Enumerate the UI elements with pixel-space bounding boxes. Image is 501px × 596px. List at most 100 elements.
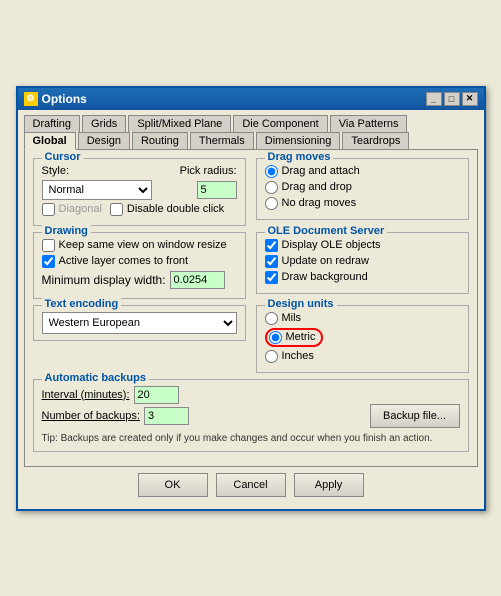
- tab-dimensioning[interactable]: Dimensioning: [256, 132, 341, 150]
- interval-input[interactable]: [134, 386, 179, 404]
- interval-label: Interval (minutes):: [42, 389, 130, 401]
- drag-drop-radio[interactable]: [265, 181, 278, 194]
- cursor-section: Cursor Style: Pick radius: Normal: [33, 158, 246, 226]
- style-select[interactable]: Normal: [42, 180, 152, 200]
- tab-global[interactable]: Global: [24, 132, 76, 150]
- top-sections: Cursor Style: Pick radius: Normal: [33, 158, 469, 232]
- metric-label: Metric: [286, 331, 316, 343]
- tab-via-patterns[interactable]: Via Patterns: [330, 115, 408, 132]
- mils-radio[interactable]: [265, 312, 278, 325]
- design-units-section: Design units Mils Metric: [256, 305, 469, 373]
- style-label: Style:: [42, 165, 70, 177]
- tab-panel: Cursor Style: Pick radius: Normal: [24, 149, 478, 467]
- keep-view-checkbox[interactable]: [42, 239, 55, 252]
- mils-row: Mils: [265, 312, 460, 325]
- cancel-button[interactable]: Cancel: [216, 473, 286, 497]
- update-redraw-label: Update on redraw: [282, 255, 369, 267]
- lower-sections: Text encoding Western European Design un…: [33, 305, 469, 379]
- inches-label: Inches: [282, 350, 314, 362]
- metric-radio[interactable]: [269, 331, 282, 344]
- display-ole-label: Display OLE objects: [282, 239, 381, 251]
- design-units-label: Design units: [265, 298, 337, 310]
- drag-attach-label: Drag and attach: [282, 165, 360, 177]
- text-encoding-col: Text encoding Western European: [33, 305, 246, 379]
- title-bar-left: ⚙ Options: [24, 92, 87, 106]
- tab-teardrops[interactable]: Teardrops: [342, 132, 409, 150]
- backup-file-button[interactable]: Backup file...: [370, 404, 460, 428]
- middle-sections: Drawing Keep same view on window resize …: [33, 232, 469, 305]
- design-units-col: Design units Mils Metric: [256, 305, 469, 379]
- min-display-row: Minimum display width:: [42, 271, 237, 289]
- draw-bg-label: Draw background: [282, 271, 368, 283]
- options-window: ⚙ Options _ □ ✕ Drafting Grids Split/Mix…: [16, 86, 486, 511]
- ole-label: OLE Document Server: [265, 225, 388, 237]
- tab-design[interactable]: Design: [78, 132, 130, 150]
- backup-fields: Interval (minutes): Number of backups:: [42, 386, 360, 428]
- tab-drafting[interactable]: Drafting: [24, 115, 81, 132]
- bottom-bar: OK Cancel Apply: [24, 467, 478, 503]
- update-redraw-row: Update on redraw: [265, 255, 460, 268]
- maximize-button[interactable]: □: [444, 92, 460, 106]
- diagonal-label: Diagonal: [59, 203, 102, 215]
- close-button[interactable]: ✕: [462, 92, 478, 106]
- active-layer-label: Active layer comes to front: [59, 255, 189, 267]
- active-layer-checkbox[interactable]: [42, 255, 55, 268]
- auto-backups-section: Automatic backups Interval (minutes): Nu…: [33, 379, 469, 452]
- content-area: Drafting Grids Split/Mixed Plane Die Com…: [18, 110, 484, 509]
- tab-die-component[interactable]: Die Component: [233, 115, 327, 132]
- drawing-col: Drawing Keep same view on window resize …: [33, 232, 246, 305]
- auto-backups-label: Automatic backups: [42, 372, 149, 384]
- tab-grids[interactable]: Grids: [82, 115, 126, 132]
- min-display-input[interactable]: [170, 271, 225, 289]
- tab-row-2: Global Design Routing Thermals Dimension…: [24, 131, 478, 149]
- text-encoding-label: Text encoding: [42, 298, 122, 310]
- backup-row: Interval (minutes): Number of backups: B…: [42, 386, 460, 428]
- num-backups-row: Number of backups:: [42, 407, 360, 425]
- apply-button[interactable]: Apply: [294, 473, 364, 497]
- num-backups-label: Number of backups:: [42, 410, 140, 422]
- tab-thermals[interactable]: Thermals: [190, 132, 254, 150]
- title-buttons: _ □ ✕: [426, 92, 478, 106]
- ok-button[interactable]: OK: [138, 473, 208, 497]
- drag-drop-row: Drag and drop: [265, 181, 460, 194]
- drag-drop-label: Drag and drop: [282, 181, 352, 193]
- diagonal-row: Diagonal Disable double click: [42, 203, 237, 216]
- display-ole-checkbox[interactable]: [265, 239, 278, 252]
- drag-moves-col: Drag moves Drag and attach Drag and drop…: [256, 158, 469, 232]
- text-encoding-select[interactable]: Western European: [42, 312, 237, 334]
- no-drag-radio[interactable]: [265, 197, 278, 210]
- window-title: Options: [42, 92, 87, 106]
- num-backups-input[interactable]: [144, 407, 189, 425]
- min-display-label: Minimum display width:: [42, 273, 166, 287]
- update-redraw-checkbox[interactable]: [265, 255, 278, 268]
- no-drag-label: No drag moves: [282, 197, 357, 209]
- pick-radius-input[interactable]: [197, 181, 237, 199]
- draw-bg-checkbox[interactable]: [265, 271, 278, 284]
- diagonal-checkbox[interactable]: [42, 203, 55, 216]
- disable-dbl-label: Disable double click: [127, 203, 224, 215]
- interval-row: Interval (minutes):: [42, 386, 360, 404]
- display-ole-row: Display OLE objects: [265, 239, 460, 252]
- drag-attach-radio[interactable]: [265, 165, 278, 178]
- metric-row: Metric: [265, 328, 460, 347]
- tab-routing[interactable]: Routing: [132, 132, 188, 150]
- drag-attach-row: Drag and attach: [265, 165, 460, 178]
- style-row: Style: Pick radius:: [42, 165, 237, 177]
- drawing-section: Drawing Keep same view on window resize …: [33, 232, 246, 299]
- pick-radius-label: Pick radius:: [180, 165, 237, 177]
- drag-moves-section: Drag moves Drag and attach Drag and drop…: [256, 158, 469, 220]
- mils-label: Mils: [282, 312, 302, 324]
- tip-text: Tip: Backups are created only if you mak…: [42, 432, 460, 445]
- no-drag-row: No drag moves: [265, 197, 460, 210]
- metric-highlight: Metric: [265, 328, 324, 347]
- minimize-button[interactable]: _: [426, 92, 442, 106]
- tab-split-mixed[interactable]: Split/Mixed Plane: [128, 115, 231, 132]
- backup-btn-container: Backup file...: [370, 404, 460, 428]
- keep-view-row: Keep same view on window resize: [42, 239, 237, 252]
- cursor-label: Cursor: [42, 151, 84, 163]
- inches-row: Inches: [265, 350, 460, 363]
- cursor-col: Cursor Style: Pick radius: Normal: [33, 158, 246, 232]
- inches-radio[interactable]: [265, 350, 278, 363]
- tab-row-1: Drafting Grids Split/Mixed Plane Die Com…: [24, 114, 478, 131]
- disable-dbl-checkbox[interactable]: [110, 203, 123, 216]
